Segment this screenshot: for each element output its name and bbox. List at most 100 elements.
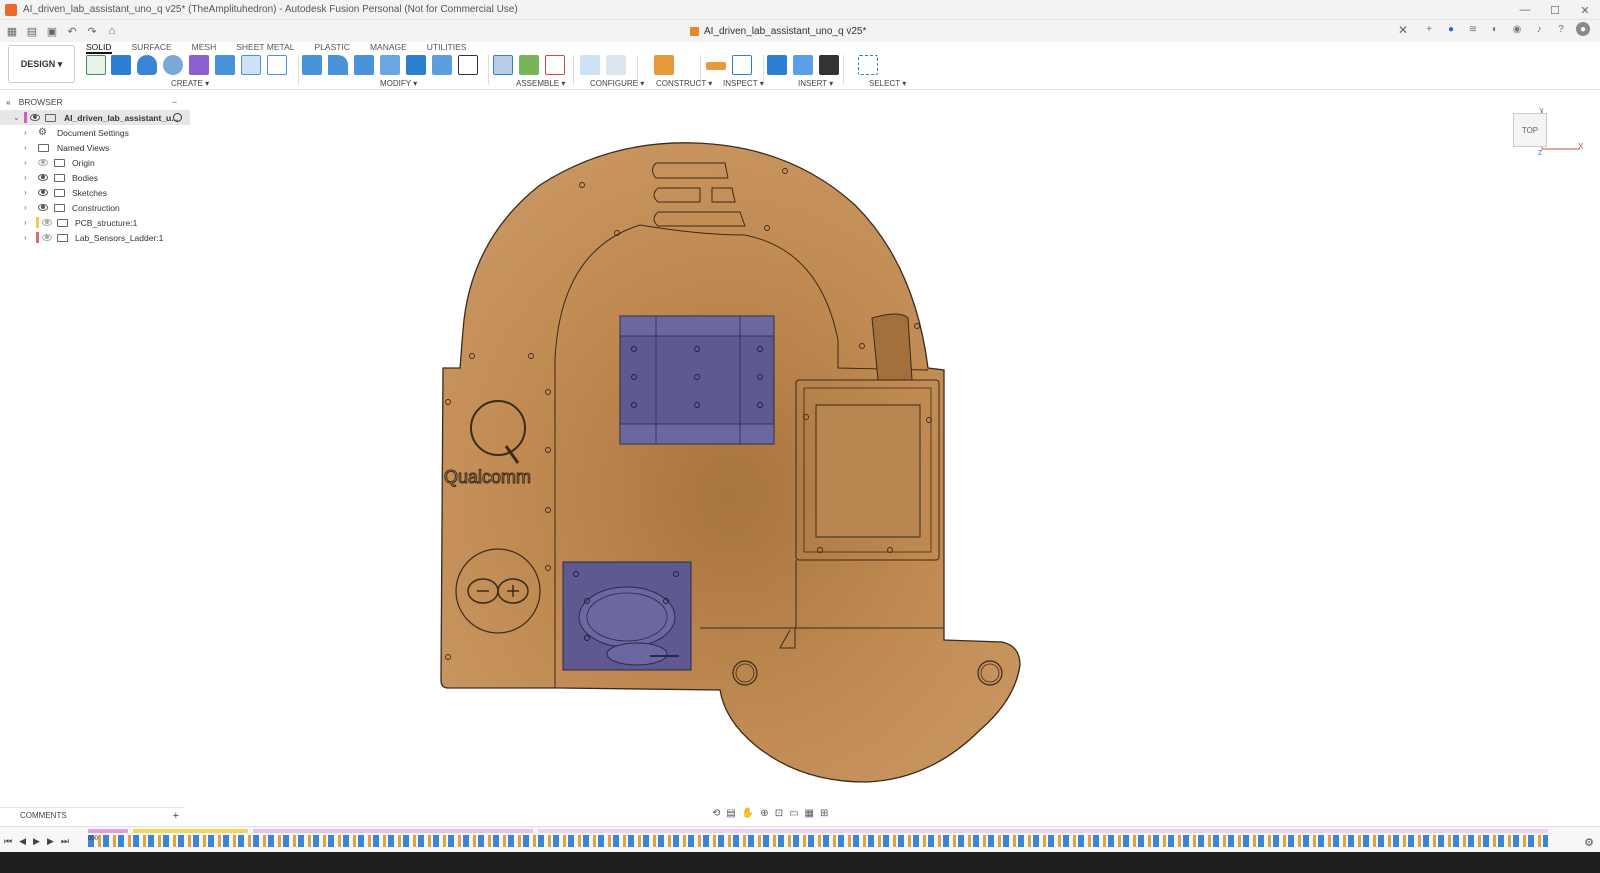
visibility-eye-icon[interactable] [38,204,48,211]
undo-icon[interactable]: ↶ [64,23,80,39]
tab-mesh[interactable]: MESH [192,42,217,54]
minimize-button[interactable]: — [1510,0,1540,20]
shell-modify-icon[interactable] [380,55,400,75]
tree-item-pcb-structure[interactable]: › PCB_structure:1 [0,215,190,230]
tab-plastic[interactable]: PLASTIC [315,42,350,54]
document-tab[interactable]: AI_driven_lab_assistant_uno_q v25* [690,23,866,40]
save-icon[interactable]: ▣ [44,23,60,39]
go-to-end-icon[interactable]: ⏭ [61,836,69,847]
combine-icon[interactable] [406,55,426,75]
offset-plane-icon[interactable] [654,55,674,75]
tab-solid[interactable]: SOLID [86,42,112,54]
browser-collapse-button[interactable]: − [172,97,177,107]
visibility-eye-icon[interactable] [38,189,48,196]
visibility-eye-icon[interactable] [30,114,40,121]
move-icon[interactable] [458,55,478,75]
create-menu[interactable]: CREATE ▾ [171,79,209,88]
close-window-button[interactable]: ✕ [1570,0,1600,20]
revolve-icon[interactable] [137,55,157,75]
file-menu-icon[interactable]: ▤ [24,23,40,39]
extrude-icon[interactable] [111,55,131,75]
notifications-icon[interactable]: ♪ [1532,22,1546,36]
tree-item-lab-sensors-ladder[interactable]: › Lab_Sensors_Ladder:1 [0,230,190,245]
configure-table-icon[interactable] [606,55,626,75]
shell-icon[interactable] [215,55,235,75]
chevron-right-icon[interactable]: › [24,173,27,182]
chevron-right-icon[interactable]: › [24,203,27,212]
chevron-down-icon[interactable]: ⌄ [13,113,20,122]
tree-item-construction[interactable]: › Construction [0,200,190,215]
insert-image-icon[interactable] [793,55,813,75]
inspect-menu[interactable]: INSPECT ▾ [723,79,764,88]
offset-face-icon[interactable] [432,55,452,75]
job-status-icon[interactable]: ≋ [1466,22,1480,36]
display-settings-icon[interactable]: ▭ [789,808,798,819]
pattern-icon[interactable] [241,55,261,75]
press-pull-icon[interactable] [302,55,322,75]
learning-icon[interactable]: ◉ [1510,22,1524,36]
viewcube[interactable]: TOP [1513,113,1547,147]
home-icon[interactable]: ⌂ [104,23,120,39]
as-built-joint-icon[interactable] [519,55,539,75]
zoom-icon[interactable]: ⊕ [760,808,768,819]
add-comment-button[interactable]: + [173,810,179,822]
play-icon[interactable]: ▶ [33,836,40,847]
construct-menu[interactable]: CONSTRUCT ▾ [656,79,712,88]
fillet-icon[interactable] [328,55,348,75]
go-to-start-icon[interactable]: ⏮ [4,836,12,847]
mirror-icon[interactable] [267,55,287,75]
model-body[interactable]: Qualcomm [440,142,1021,783]
visibility-eye-icon[interactable] [38,174,48,181]
insert-derive-icon[interactable] [767,55,787,75]
tree-item-named-views[interactable]: › Named Views [0,140,190,155]
chevron-right-icon[interactable]: › [24,233,27,242]
chevron-right-icon[interactable]: › [24,128,27,137]
tree-item-document-settings[interactable]: › ⚙ Document Settings [0,125,190,140]
insert-svg-icon[interactable] [819,55,839,75]
tab-utilities[interactable]: UTILITIES [427,42,467,54]
chevron-right-icon[interactable]: › [24,188,27,197]
configure-menu[interactable]: CONFIGURE ▾ [590,79,644,88]
pan-icon[interactable]: ✋ [742,808,754,819]
viewports-icon[interactable]: ⊞ [820,808,828,819]
viewport-canvas[interactable]: Qualcomm X Y Z [0,0,1600,873]
joint-icon[interactable] [493,55,513,75]
workspace-switcher-button[interactable]: DESIGN ▾ [8,45,75,83]
chevron-right-icon[interactable]: › [24,158,27,167]
chamfer-icon[interactable] [354,55,374,75]
tree-item-bodies[interactable]: › Bodies [0,170,190,185]
visibility-eye-icon[interactable] [42,219,52,226]
activate-radio-icon[interactable] [173,113,182,122]
interference-icon[interactable] [732,55,752,75]
grid-icon[interactable]: ▦ [805,808,814,819]
visibility-eye-icon[interactable] [42,234,52,241]
select-menu[interactable]: SELECT ▾ [869,79,906,88]
modify-menu[interactable]: MODIFY ▾ [380,79,417,88]
help-icon[interactable]: ? [1554,22,1568,36]
step-back-icon[interactable]: ◀ [19,836,26,847]
tab-manage[interactable]: MANAGE [370,42,407,54]
fit-icon[interactable]: ⊡ [775,808,783,819]
new-component-icon[interactable] [189,55,209,75]
create-sketch-icon[interactable] [86,55,106,75]
chevron-right-icon[interactable]: › [24,218,27,227]
timeline-settings-gear-icon[interactable]: ⚙ [1584,836,1594,849]
visibility-eye-icon[interactable] [38,159,48,166]
tab-surface[interactable]: SURFACE [132,42,172,54]
look-at-icon[interactable]: ▤ [726,808,735,819]
timeline-features[interactable] [88,835,1548,847]
avatar[interactable]: ● [1576,22,1590,36]
orbit-icon[interactable]: ⟲ [712,808,720,819]
close-tab-button[interactable]: ✕ [1398,23,1408,37]
extensions-icon[interactable]: ● [1444,22,1458,36]
online-status-icon[interactable]: ◐ [1488,22,1502,36]
step-forward-icon[interactable]: ▶ [47,836,54,847]
insert-menu[interactable]: INSERT ▾ [798,79,833,88]
sensor-component[interactable] [562,561,692,671]
pcb-component[interactable] [619,315,775,445]
measure-icon[interactable] [706,62,726,70]
configure-icon[interactable] [580,55,600,75]
maximize-button[interactable]: ☐ [1540,0,1570,20]
new-tab-icon[interactable]: + [1422,22,1436,36]
comments-panel[interactable]: COMMENTS + [0,807,185,823]
